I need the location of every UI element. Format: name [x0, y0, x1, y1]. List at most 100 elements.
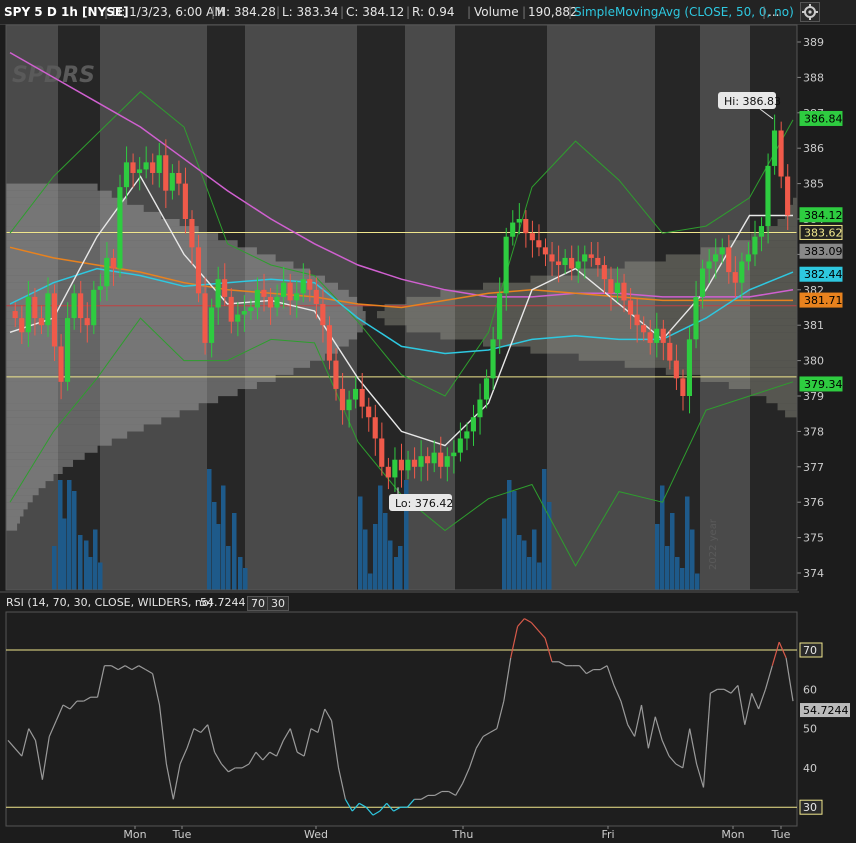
price-marker: 379.34 — [799, 376, 843, 392]
candle-down — [130, 162, 136, 173]
profile-bar — [6, 339, 349, 347]
candle-down — [680, 378, 686, 396]
rsi-level-marker: 70 — [799, 642, 823, 658]
candle-up — [156, 155, 162, 173]
candle-up — [97, 286, 103, 290]
price-marker: 382.44 — [799, 266, 843, 282]
volume-bar — [88, 557, 93, 590]
rsi-pane — [5, 611, 798, 827]
volume-bar — [78, 535, 83, 590]
profile-bar — [6, 190, 112, 198]
price-tick-label: 388 — [803, 71, 824, 84]
candle-down — [549, 254, 555, 262]
price-marker-label: 383.62 — [804, 226, 843, 239]
x-tick-label: Thu — [452, 828, 474, 841]
rsi-overbought-label: 70 — [247, 596, 269, 611]
candle-down — [320, 303, 326, 326]
volume-bar — [52, 546, 57, 590]
rsi-title[interactable]: RSI (14, 70, 30, CLOSE, WILDERS, no) — [6, 596, 213, 609]
profile-bar — [6, 388, 238, 397]
candle-up — [418, 456, 424, 467]
candle-up — [405, 459, 411, 471]
candle-up — [241, 311, 247, 315]
profile-bar — [6, 424, 144, 432]
candle-down — [307, 279, 313, 290]
volume-bar — [680, 568, 685, 590]
price-tick-label: 381 — [803, 319, 824, 332]
profile-bar — [6, 311, 366, 319]
profile-bar — [665, 254, 797, 262]
candle-down — [523, 219, 529, 234]
volume-bar — [542, 469, 547, 590]
candle-down — [411, 459, 418, 467]
volume-bar — [93, 529, 98, 590]
candle-up — [300, 279, 306, 294]
candle-down — [595, 257, 601, 266]
candle-up — [483, 378, 490, 400]
candle-up — [169, 172, 175, 191]
volume-bar — [537, 562, 542, 590]
volume-bar — [62, 518, 67, 590]
profile-bar — [700, 374, 797, 382]
profile-bar — [406, 325, 797, 333]
candle-down — [588, 254, 594, 258]
candle-down — [58, 346, 64, 382]
candle-down — [84, 318, 90, 326]
candle-up — [71, 293, 77, 319]
volume-bar — [695, 573, 700, 590]
candle-up — [470, 417, 476, 432]
profile-bar — [6, 516, 20, 524]
lo-label: Lo: 376.42 — [395, 497, 453, 510]
volume-bar — [378, 485, 383, 590]
candle-up — [719, 247, 725, 255]
candle-up — [254, 289, 260, 308]
volume-bar — [212, 502, 217, 590]
candle-down — [313, 289, 319, 304]
volume-bar — [527, 557, 532, 590]
year-watermark: 2022 year — [708, 518, 719, 570]
volume-bar — [512, 491, 517, 590]
price-chart[interactable]: SPDRS 2022 year Hi: 386.83 Lo: 376.42 389 388… — [0, 0, 856, 843]
volume-bar — [675, 557, 680, 590]
price-tick-label: 376 — [803, 496, 824, 509]
profile-bar — [624, 360, 797, 368]
rsi-tick-label: 50 — [803, 723, 817, 736]
x-tick-label: Wed — [304, 828, 328, 841]
profile-bar — [728, 381, 797, 390]
candle-up — [451, 452, 457, 457]
volume-bar — [232, 513, 237, 590]
profile-bar — [6, 410, 180, 418]
price-marker-label: 381.71 — [804, 294, 843, 307]
hi-label: Hi: 386.83 — [724, 95, 781, 108]
candle-up — [274, 296, 280, 308]
profile-bar — [6, 403, 199, 411]
candle-down — [641, 325, 647, 333]
profile-bar — [766, 396, 797, 404]
profile-bar — [6, 346, 338, 354]
candle-up — [771, 130, 778, 166]
profile-bar — [6, 502, 28, 510]
candle-up — [739, 261, 745, 283]
price-tick-label: 380 — [803, 355, 824, 368]
profile-bar — [6, 353, 325, 361]
price-marker: 381.71 — [799, 292, 843, 308]
profile-bar — [6, 219, 180, 227]
candle-up — [123, 162, 130, 188]
volume-bar — [368, 573, 373, 590]
profile-bar — [6, 452, 85, 460]
profile-bar — [750, 388, 797, 397]
candle-down — [732, 272, 738, 283]
candle-down — [333, 360, 339, 389]
candle-up — [143, 162, 149, 170]
candle-down — [425, 456, 431, 464]
rsi-tick-label: 40 — [803, 762, 817, 775]
candle-down — [785, 176, 791, 216]
candle-down — [78, 293, 84, 319]
candle-up — [294, 293, 300, 301]
price-marker-label: 382.44 — [804, 268, 843, 281]
volume-bar — [221, 485, 226, 590]
volume-bar — [502, 518, 507, 590]
profile-bar — [6, 183, 98, 191]
candle-up — [490, 339, 496, 379]
price-marker-label: 384.12 — [804, 209, 843, 222]
